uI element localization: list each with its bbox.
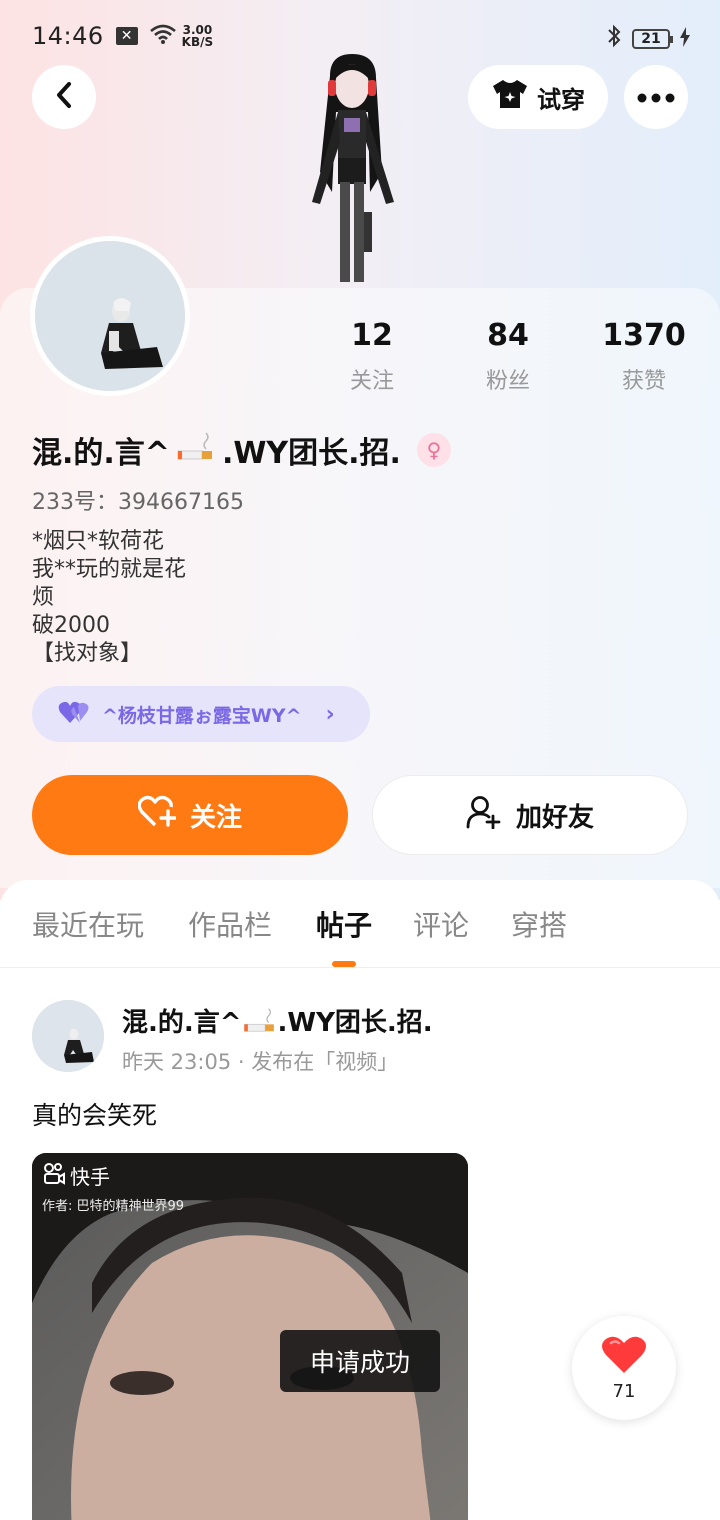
post-author-part2: .WY团长.招.	[277, 1008, 433, 1038]
like-count: 71	[612, 1380, 636, 1402]
stat-following[interactable]: 12 关注	[312, 318, 432, 395]
bio-line: 破2000	[32, 613, 110, 638]
stat-label: 获赞	[621, 369, 666, 394]
net-speed-unit: KB/S	[181, 35, 214, 49]
tshirt-icon	[491, 78, 529, 116]
bio-line: 【找对象】	[32, 641, 143, 666]
chevron-left-icon	[54, 81, 74, 113]
username-part1: 混.的.言^	[32, 436, 170, 471]
status-time: 14:46	[32, 22, 104, 50]
tab-works[interactable]: 作品栏	[188, 904, 272, 944]
double-heart-icon	[58, 699, 92, 730]
stat-value: 12	[351, 318, 393, 353]
user-id[interactable]: 233号：394667165	[32, 484, 244, 516]
like-button[interactable]: 71	[572, 1316, 676, 1420]
wifi-icon	[149, 22, 176, 50]
stat-value: 84	[487, 318, 529, 353]
back-button[interactable]	[32, 65, 96, 129]
stat-value: 1370	[602, 318, 686, 353]
follow-label: 关注	[189, 802, 242, 833]
tab-recent-games[interactable]: 最近在玩	[32, 904, 144, 944]
post-meta: 昨天 23:05 · 发布在「视频」	[122, 1050, 399, 1074]
bio-line: 我**玩的就是花	[32, 557, 187, 582]
tab-comments[interactable]: 评论	[413, 904, 469, 944]
no-sim-icon: ✕	[115, 27, 138, 45]
bio-line: *烟只*软荷花	[32, 529, 165, 554]
female-gender-icon: ♀	[416, 433, 451, 467]
intimate-friend-name: ^杨枝甘露ぉ露宝WY^	[102, 704, 302, 727]
stat-followers[interactable]: 84 粉丝	[448, 318, 568, 395]
intimate-friend-chip[interactable]: ^杨枝甘露ぉ露宝WY^ ›	[32, 686, 370, 742]
tab-outfits[interactable]: 穿搭	[511, 904, 567, 944]
profile-tabs: 最近在玩 作品栏 帖子 评论 穿搭	[0, 880, 720, 968]
video-watermark: 快手	[42, 1161, 110, 1190]
bluetooth-icon	[606, 24, 622, 54]
post-author-name[interactable]: 混.的.言^ .WY团长.招.	[122, 1002, 433, 1040]
video-author: 作者: 巴特的精神世界99	[42, 1199, 185, 1214]
avatar-3d-figure[interactable]	[290, 52, 414, 290]
more-button[interactable]	[624, 65, 688, 129]
try-on-label: 试穿	[537, 85, 585, 114]
add-friend-button[interactable]: 加好友	[372, 775, 688, 855]
battery-indicator: 21	[632, 29, 673, 49]
toast-message: 申请成功	[280, 1330, 440, 1392]
avatar[interactable]	[30, 236, 190, 396]
bio-line: 烦	[32, 585, 55, 610]
add-friend-label: 加好友	[515, 802, 594, 833]
add-user-icon	[466, 795, 502, 836]
follow-button[interactable]: 关注	[32, 775, 348, 855]
video-watermark-text: 快手	[70, 1165, 110, 1189]
cigarette-icon	[242, 1007, 278, 1040]
net-speed: 3.00 KB/S	[182, 24, 213, 48]
kuaishou-logo-icon	[42, 1161, 66, 1190]
try-on-button[interactable]: 试穿	[468, 65, 608, 129]
stat-label: 粉丝	[485, 369, 530, 394]
stat-label: 关注	[349, 369, 394, 394]
cigarette-icon	[176, 431, 216, 469]
more-dots-icon	[637, 88, 675, 107]
stat-likes[interactable]: 1370 获赞	[584, 318, 704, 395]
active-tab-indicator	[332, 961, 356, 967]
heart-plus-icon	[137, 795, 177, 836]
charging-icon	[680, 25, 690, 53]
post-author-avatar[interactable]	[32, 1000, 104, 1072]
username-part2: .WY团长.招.	[221, 436, 401, 471]
post-text: 真的会笑死	[32, 1101, 158, 1130]
profile-username: 混.的.言^ .WY团长.招. ♀	[32, 428, 451, 472]
heart-icon	[601, 1335, 647, 1379]
bio: *烟只*软荷花 我**玩的就是花 烦 破2000 【找对象】	[32, 528, 186, 668]
chevron-right-icon: ›	[325, 701, 335, 727]
post-author-part1: 混.的.言^	[122, 1008, 242, 1038]
tab-posts[interactable]: 帖子	[316, 904, 372, 944]
